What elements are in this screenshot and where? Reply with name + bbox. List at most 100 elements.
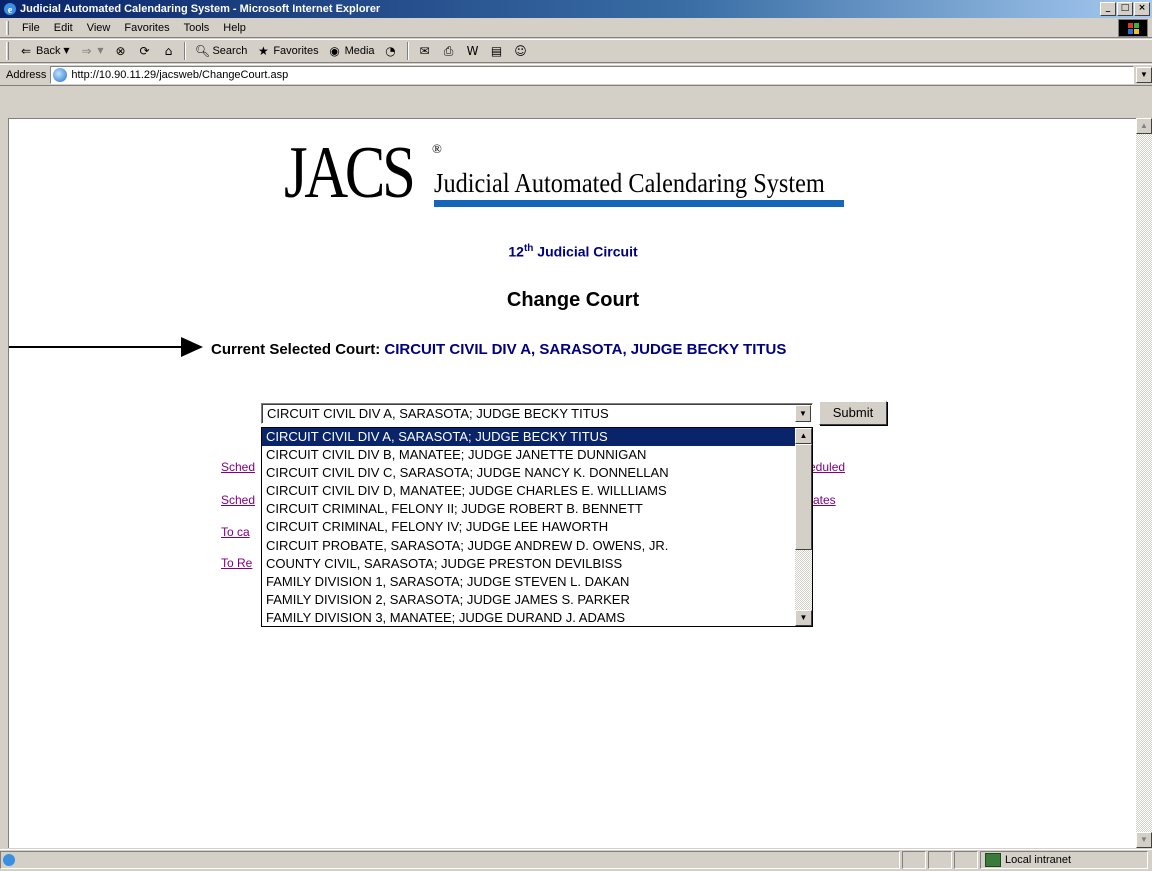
logo-subtitle: Judicial Automated Calendaring System [434,168,825,198]
circuit-number: 12 [508,243,524,260]
search-label: Search [212,45,248,57]
court-select[interactable]: CIRCUIT CIVIL DIV A, SARASOTA; JUDGE BEC… [261,403,813,424]
forward-button[interactable]: ⇒ ▼ [75,41,107,61]
favorites-label: Favorites [273,45,319,57]
menu-help[interactable]: Help [216,22,253,34]
status-security [928,850,952,869]
submit-button[interactable]: Submit [819,401,887,425]
history-icon: ◔ [385,44,396,58]
favorites-button[interactable]: ★ Favorites [252,41,321,61]
circuit-ordinal: th [523,243,534,254]
link-dates-tail[interactable]: ates [813,493,836,507]
dropdown-arrow-icon: ▼ [97,46,104,55]
window-title: Judicial Automated Calendaring System - … [20,3,381,15]
menu-file[interactable]: File [15,22,47,34]
pointer-arrow-line [9,346,187,348]
page-scroll-down-button[interactable]: ▼ [1136,832,1152,848]
court-option[interactable]: COUNTY CIVIL, SARASOTA; JUDGE PRESTON DE… [262,555,796,573]
back-label: Back [36,45,61,57]
search-button[interactable]: 🔍︎ Search [191,41,250,61]
scroll-down-button[interactable]: ▼ [795,610,812,626]
court-dropdown-list: CIRCUIT CIVIL DIV A, SARASOTA; JUDGE BEC… [261,427,813,627]
status-privacy [954,850,978,869]
back-button[interactable]: ⇐ Back ▼ [15,41,73,61]
current-court-label: Current Selected Court: [211,341,381,358]
page-content: JACS ® Judicial Automated Calendaring Sy… [8,118,1136,848]
page-scroll-up-button[interactable]: ▲ [1136,118,1152,134]
court-option[interactable]: CIRCUIT PROBATE, SARASOTA; JUDGE ANDREW … [262,537,796,555]
court-select-value: CIRCUIT CIVIL DIV A, SARASOTA; JUDGE BEC… [267,406,609,421]
windows-logo-icon [1118,19,1148,37]
title-bar: e Judicial Automated Calendaring System … [0,0,1152,18]
logo-underline [434,200,844,207]
court-option[interactable]: CIRCUIT CIVIL DIV A, SARASOTA; JUDGE BEC… [262,428,796,447]
court-option[interactable]: FAMILY DIVISION 3, MANATEE; JUDGE DURAND… [262,609,796,626]
status-zone: Local intranet [980,850,1148,869]
discuss-icon: ▤ [490,44,503,58]
pointer-arrow-icon [181,337,203,357]
dropdown-arrow-icon: ▼ [63,46,70,55]
toolbar-grip[interactable] [6,42,9,60]
mail-icon: ✉ [419,44,430,58]
favorites-icon: ★ [257,44,269,58]
court-option[interactable]: CIRCUIT CIVIL DIV C, SARASOTA; JUDGE NAN… [262,464,796,482]
menu-edit[interactable]: Edit [47,22,80,34]
forward-arrow-icon: ⇒ [81,44,92,58]
maximize-button[interactable]: □ [1117,2,1133,16]
menu-view[interactable]: View [80,22,118,34]
dropdown-scrollbar[interactable]: ▲ ▼ [795,428,812,626]
word-edit-icon: W [466,44,479,58]
ie-logo-icon: e [4,3,16,16]
stop-icon: ⊗ [115,44,126,58]
link-to-report[interactable]: To Re [221,556,252,570]
menu-favorites[interactable]: Favorites [117,22,176,34]
stop-button[interactable]: ⊗ [109,41,131,61]
link-schedule-2[interactable]: Sched [221,493,255,507]
svg-text:e: e [8,5,13,16]
court-option[interactable]: CIRCUIT CIVIL DIV B, MANATEE; JUDGE JANE… [262,446,796,464]
current-court: Current Selected Court: CIRCUIT CIVIL DI… [211,341,786,358]
court-option[interactable]: CIRCUIT CRIMINAL, FELONY IV; JUDGE LEE H… [262,518,796,536]
print-icon: ⎙ [443,44,454,58]
messenger-icon: ☺ [514,44,527,58]
link-scheduled-tail[interactable]: eduled [809,460,845,474]
court-select-dropdown-button[interactable]: ▼ [795,405,811,422]
home-icon: ⌂ [164,44,173,58]
media-label: Media [344,45,375,57]
print-button[interactable]: ⎙ [438,41,460,61]
status-message [0,850,900,869]
link-to-cancel[interactable]: To ca [221,525,250,539]
refresh-icon: ⟳ [139,44,150,58]
messenger-button[interactable]: ☺ [510,41,532,61]
refresh-button[interactable]: ⟳ [133,41,155,61]
scroll-up-button[interactable]: ▲ [795,428,812,444]
page-scrollbar[interactable]: ▲ ▼ [1136,118,1152,848]
standard-toolbar: ⇐ Back ▼ ⇒ ▼ ⊗ ⟳ ⌂ 🔍︎ Search ★ Favorites… [0,39,1152,63]
address-input[interactable]: http://10.90.11.29/jacsweb/ChangeCourt.a… [50,66,1134,84]
court-option[interactable]: FAMILY DIVISION 2, SARASOTA; JUDGE JAMES… [262,591,796,609]
home-button[interactable]: ⌂ [157,41,179,61]
discuss-button[interactable]: ▤ [486,41,508,61]
court-option[interactable]: CIRCUIT CRIMINAL, FELONY II; JUDGE ROBER… [262,500,796,518]
court-option[interactable]: CIRCUIT CIVIL DIV D, MANATEE; JUDGE CHAR… [262,482,796,500]
back-arrow-icon: ⇐ [20,44,32,58]
mail-button[interactable]: ✉ [414,41,436,61]
menu-tools[interactable]: Tools [177,22,217,34]
court-option[interactable]: FAMILY DIVISION 1, SARASOTA; JUDGE STEVE… [262,573,796,591]
menubar-grip[interactable] [6,20,9,35]
logo-mark: JACS [284,132,416,214]
address-dropdown-button[interactable]: ▼ [1136,67,1152,83]
address-bar: Address http://10.90.11.29/jacsweb/Chang… [0,64,1152,86]
toolbar-separator [184,42,187,60]
link-schedule-1[interactable]: Sched [221,460,255,474]
minimize-button[interactable]: _ [1100,2,1116,16]
circuit-heading: 12th Judicial Circuit [9,243,1136,260]
scroll-thumb[interactable] [795,444,812,550]
media-button[interactable]: ◉ Media [324,41,378,61]
close-button[interactable]: × [1134,2,1150,16]
edit-button[interactable]: W [462,41,484,61]
menu-bar: File Edit View Favorites Tools Help [0,18,1152,38]
intranet-icon [985,852,1001,867]
address-url: http://10.90.11.29/jacsweb/ChangeCourt.a… [71,69,289,81]
history-button[interactable]: ◔ [380,41,402,61]
